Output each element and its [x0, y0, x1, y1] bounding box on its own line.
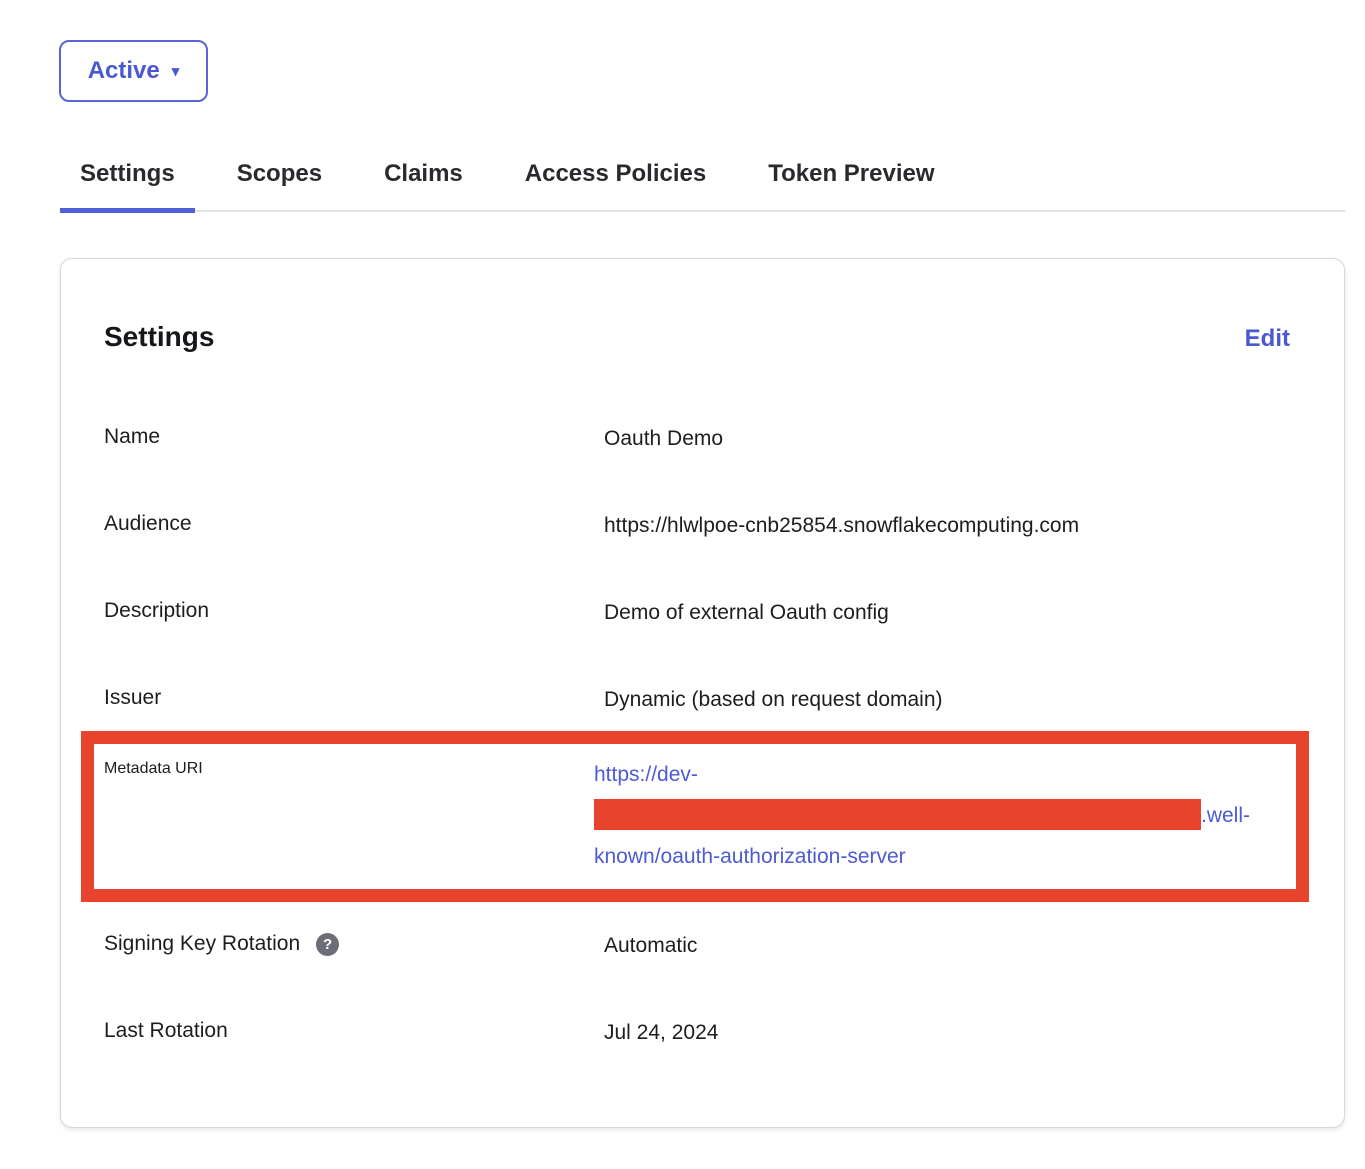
row-audience: Audience https://hlwlpoe-cnb25854.snowfl… [104, 512, 1290, 540]
status-dropdown[interactable]: Active ▾ [59, 40, 208, 102]
metadata-uri-line2[interactable]: .well- [594, 795, 1286, 836]
card-header: Settings Edit [104, 321, 1290, 353]
field-label: Metadata URI [104, 754, 594, 778]
redaction-bar [594, 799, 1201, 830]
metadata-uri-line1[interactable]: https://dev- [594, 754, 1286, 795]
field-label: Issuer [104, 686, 604, 710]
row-name: Name Oauth Demo [104, 425, 1290, 453]
field-label-text: Signing Key Rotation [104, 932, 300, 956]
tab-access-policies[interactable]: Access Policies [505, 150, 726, 213]
tab-bar: Settings Scopes Claims Access Policies T… [60, 150, 1345, 212]
tab-settings[interactable]: Settings [60, 150, 195, 213]
row-last-rotation: Last Rotation Jul 24, 2024 [104, 1019, 1290, 1047]
field-value: Jul 24, 2024 [604, 1019, 1290, 1047]
field-value: Oauth Demo [604, 425, 1290, 453]
edit-button[interactable]: Edit [1245, 325, 1290, 353]
tab-scopes[interactable]: Scopes [217, 150, 342, 213]
field-label: Name [104, 425, 604, 449]
field-value: https://hlwlpoe-cnb25854.snowflakecomput… [604, 512, 1290, 540]
metadata-uri-line3[interactable]: known/oauth-authorization-server [594, 836, 1286, 877]
card-title: Settings [104, 321, 214, 353]
field-value: Automatic [604, 932, 1290, 960]
settings-card: Settings Edit Name Oauth Demo Audience h… [60, 258, 1345, 1128]
field-value: Demo of external Oauth config [604, 599, 1290, 627]
field-value: Dynamic (based on request domain) [604, 686, 1290, 714]
status-dropdown-label: Active [88, 57, 160, 85]
field-label: Last Rotation [104, 1019, 604, 1043]
row-description: Description Demo of external Oauth confi… [104, 599, 1290, 627]
field-label: Signing Key Rotation ? [104, 932, 604, 956]
metadata-uri-link[interactable]: https://dev- .well- known/oauth-authoriz… [594, 754, 1286, 877]
chevron-down-icon: ▾ [172, 64, 180, 79]
metadata-uri-line2-suffix: .well- [1201, 804, 1250, 827]
field-label: Description [104, 599, 604, 623]
tab-claims[interactable]: Claims [364, 150, 483, 213]
help-icon[interactable]: ? [316, 933, 339, 956]
field-label: Audience [104, 512, 604, 536]
row-metadata-uri-highlighted: Metadata URI https://dev- .well- known/o… [81, 731, 1309, 902]
row-issuer: Issuer Dynamic (based on request domain) [104, 686, 1290, 714]
row-signing-key-rotation: Signing Key Rotation ? Automatic [104, 932, 1290, 960]
tab-token-preview[interactable]: Token Preview [748, 150, 954, 213]
